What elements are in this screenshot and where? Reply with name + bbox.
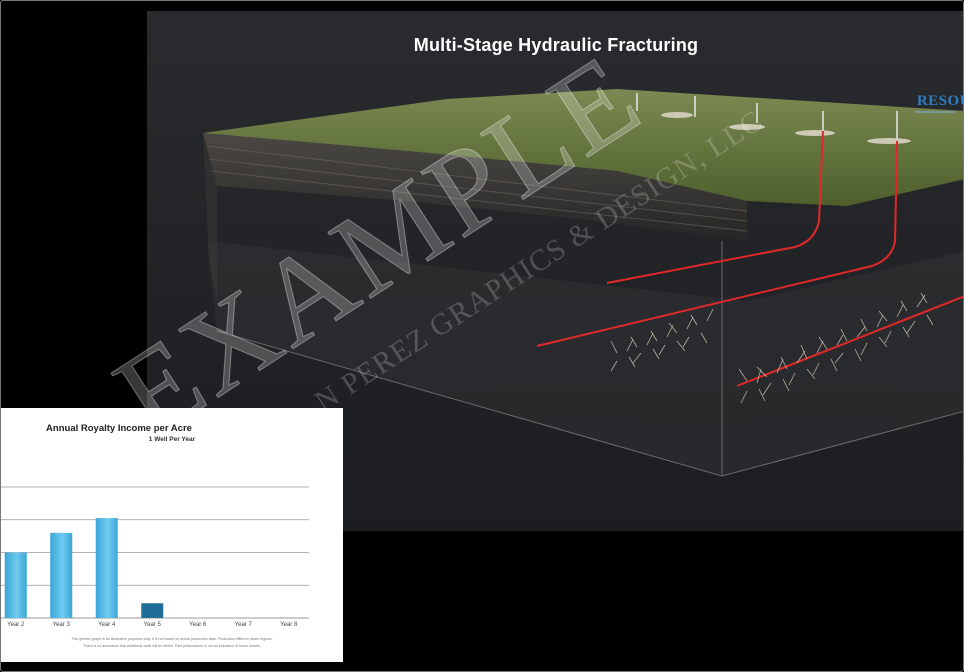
chart-disclaimer-line-2: There is no assurance that additional we… bbox=[83, 644, 261, 648]
chart-x-tick-label: Year 2 bbox=[7, 622, 25, 628]
chart-bar bbox=[50, 532, 73, 618]
chart-x-tick-label: Year 5 bbox=[144, 622, 162, 628]
chart-x-tick-label: Year 6 bbox=[189, 622, 207, 628]
brand-logo-underline bbox=[915, 111, 955, 113]
chart-x-tick-label: Year 7 bbox=[235, 622, 253, 628]
brand-logo: RESOU bbox=[916, 93, 963, 109]
chart-bar bbox=[95, 518, 118, 618]
chart-x-tick-label: Year 8 bbox=[280, 622, 298, 628]
chart-disclaimer-line-1: This generic graph is for illustrative p… bbox=[71, 637, 273, 641]
royalty-chart-card: Annual Royalty Income per Acre 1 Well Pe… bbox=[1, 408, 343, 662]
chart-x-tick-label: Year 3 bbox=[53, 622, 71, 628]
chart-bar bbox=[141, 603, 164, 618]
video-title: Multi-Stage Hydraulic Fracturing bbox=[413, 35, 699, 55]
chart-bar bbox=[4, 552, 27, 618]
chart-x-tick-label: Year 4 bbox=[98, 622, 116, 628]
screen-frame: Multi-Stage Hydraulic Fracturing RESOU E… bbox=[0, 0, 964, 672]
royalty-bar-chart: Year 2 Year 3 Year 4 Year 5 Year 6 Year 7 Year… bbox=[1, 486, 309, 628]
